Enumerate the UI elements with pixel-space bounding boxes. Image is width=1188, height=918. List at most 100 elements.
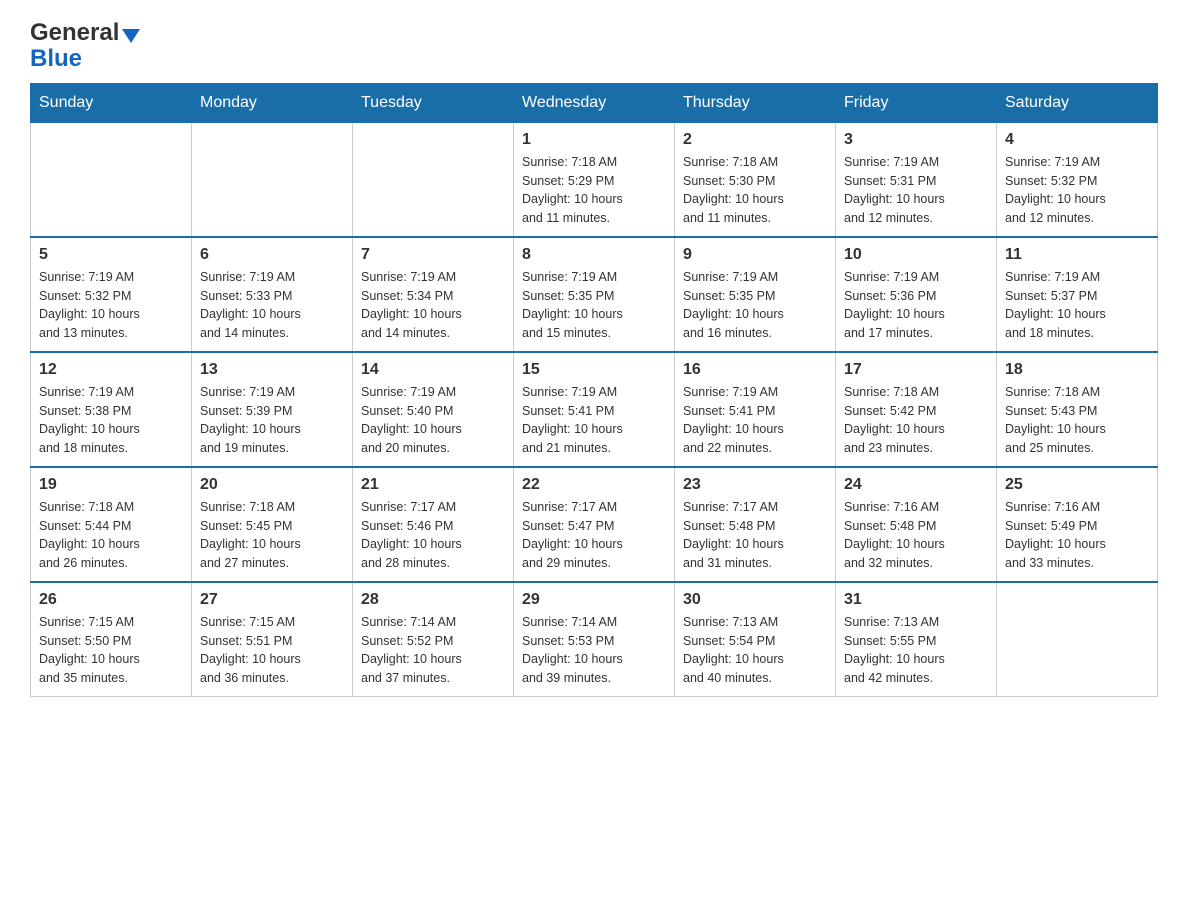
calendar-cell: 8Sunrise: 7:19 AM Sunset: 5:35 PM Daylig… — [514, 237, 675, 352]
day-of-week-header: Monday — [192, 83, 353, 122]
calendar-cell: 23 Sunrise: 7:17 AM Sunset: 5:48 PM Dayli… — [675, 467, 836, 582]
day-number: 7 — [361, 246, 505, 264]
day-number: 13 — [200, 361, 344, 379]
calendar-table: SundayMondayTuesdayWednesdayThursdayFrid… — [30, 83, 1158, 697]
day-info: Sunrise: 7:19 AM Sunset: 5:32 PM Dayligh… — [39, 268, 183, 343]
day-info: Sunrise: 7:19 AM Sunset: 5:33 PM Dayligh… — [200, 268, 344, 343]
day-info: Sunrise: 7:13 AM Sunset: 5:54 PM Dayligh… — [683, 613, 827, 688]
day-number: 21 — [361, 476, 505, 494]
calendar-cell: 26 Sunrise: 7:15 AM Sunset: 5:50 PM Dayli… — [31, 582, 192, 697]
day-info: Sunrise: 7:15 AM Sunset: 5:51 PM Dayligh… — [200, 613, 344, 688]
day-number: 11 — [1005, 246, 1149, 264]
calendar-cell: 13Sunrise: 7:19 AM Sunset: 5:39 PM Dayli… — [192, 352, 353, 467]
day-of-week-header: Thursday — [675, 83, 836, 122]
day-info: Sunrise: 7:17 AM Sunset: 5:47 PM Dayligh… — [522, 498, 666, 573]
calendar-cell: 10 Sunrise: 7:19 AM Sunset: 5:36 PM Dayli… — [836, 237, 997, 352]
calendar-cell: 24 Sunrise: 7:16 AM Sunset: 5:48 PM Dayli… — [836, 467, 997, 582]
day-number: 6 — [200, 246, 344, 264]
day-info: Sunrise: 7:18 AM Sunset: 5:43 PM Dayligh… — [1005, 383, 1149, 458]
logo-general-text: General — [30, 20, 119, 46]
day-info: Sunrise: 7:19 AM Sunset: 5:41 PM Dayligh… — [683, 383, 827, 458]
calendar-week-row: 5 Sunrise: 7:19 AM Sunset: 5:32 PM Daylig… — [31, 237, 1158, 352]
day-info: Sunrise: 7:16 AM Sunset: 5:48 PM Dayligh… — [844, 498, 988, 573]
calendar-cell — [192, 122, 353, 237]
calendar-cell: 11 Sunrise: 7:19 AM Sunset: 5:37 PM Dayli… — [997, 237, 1158, 352]
day-of-week-header: Sunday — [31, 83, 192, 122]
day-number: 31 — [844, 591, 988, 609]
day-info: Sunrise: 7:16 AM Sunset: 5:49 PM Dayligh… — [1005, 498, 1149, 573]
calendar-cell: 28 Sunrise: 7:14 AM Sunset: 5:52 PM Dayli… — [353, 582, 514, 697]
calendar-cell: 19 Sunrise: 7:18 AM Sunset: 5:44 PM Dayli… — [31, 467, 192, 582]
day-number: 27 — [200, 591, 344, 609]
day-info: Sunrise: 7:19 AM Sunset: 5:35 PM Dayligh… — [683, 268, 827, 343]
day-number: 23 — [683, 476, 827, 494]
calendar-cell: 12 Sunrise: 7:19 AM Sunset: 5:38 PM Dayli… — [31, 352, 192, 467]
calendar-cell: 7 Sunrise: 7:19 AM Sunset: 5:34 PM Daylig… — [353, 237, 514, 352]
day-number: 12 — [39, 361, 183, 379]
day-number: 16 — [683, 361, 827, 379]
calendar-cell: 20 Sunrise: 7:18 AM Sunset: 5:45 PM Dayli… — [192, 467, 353, 582]
day-number: 8 — [522, 246, 666, 264]
calendar-cell: 18 Sunrise: 7:18 AM Sunset: 5:43 PM Dayli… — [997, 352, 1158, 467]
day-number: 19 — [39, 476, 183, 494]
calendar-cell: 30 Sunrise: 7:13 AM Sunset: 5:54 PM Dayli… — [675, 582, 836, 697]
day-info: Sunrise: 7:14 AM Sunset: 5:53 PM Dayligh… — [522, 613, 666, 688]
day-info: Sunrise: 7:19 AM Sunset: 5:34 PM Dayligh… — [361, 268, 505, 343]
day-info: Sunrise: 7:18 AM Sunset: 5:29 PM Dayligh… — [522, 153, 666, 228]
day-info: Sunrise: 7:19 AM Sunset: 5:38 PM Dayligh… — [39, 383, 183, 458]
calendar-cell — [353, 122, 514, 237]
day-info: Sunrise: 7:13 AM Sunset: 5:55 PM Dayligh… — [844, 613, 988, 688]
calendar-cell: 4 Sunrise: 7:19 AM Sunset: 5:32 PM Daylig… — [997, 122, 1158, 237]
day-number: 1 — [522, 131, 666, 149]
logo: General Blue — [30, 20, 140, 73]
calendar-cell: 29Sunrise: 7:14 AM Sunset: 5:53 PM Dayli… — [514, 582, 675, 697]
day-number: 3 — [844, 131, 988, 149]
day-number: 5 — [39, 246, 183, 264]
day-number: 14 — [361, 361, 505, 379]
day-number: 24 — [844, 476, 988, 494]
calendar-cell: 14 Sunrise: 7:19 AM Sunset: 5:40 PM Dayli… — [353, 352, 514, 467]
calendar-cell: 25Sunrise: 7:16 AM Sunset: 5:49 PM Dayli… — [997, 467, 1158, 582]
day-number: 18 — [1005, 361, 1149, 379]
page-header: General Blue — [30, 20, 1158, 73]
day-info: Sunrise: 7:18 AM Sunset: 5:44 PM Dayligh… — [39, 498, 183, 573]
day-info: Sunrise: 7:15 AM Sunset: 5:50 PM Dayligh… — [39, 613, 183, 688]
calendar-header-row: SundayMondayTuesdayWednesdayThursdayFrid… — [31, 83, 1158, 122]
calendar-week-row: 1 Sunrise: 7:18 AM Sunset: 5:29 PM Daylig… — [31, 122, 1158, 237]
calendar-week-row: 19 Sunrise: 7:18 AM Sunset: 5:44 PM Dayli… — [31, 467, 1158, 582]
calendar-cell: 27 Sunrise: 7:15 AM Sunset: 5:51 PM Dayli… — [192, 582, 353, 697]
calendar-cell: 6 Sunrise: 7:19 AM Sunset: 5:33 PM Daylig… — [192, 237, 353, 352]
day-number: 26 — [39, 591, 183, 609]
day-info: Sunrise: 7:19 AM Sunset: 5:32 PM Dayligh… — [1005, 153, 1149, 228]
calendar-cell: 31 Sunrise: 7:13 AM Sunset: 5:55 PM Dayli… — [836, 582, 997, 697]
logo-triangle-icon — [122, 29, 140, 43]
day-info: Sunrise: 7:18 AM Sunset: 5:45 PM Dayligh… — [200, 498, 344, 573]
day-number: 20 — [200, 476, 344, 494]
calendar-cell — [31, 122, 192, 237]
calendar-cell — [997, 582, 1158, 697]
day-number: 4 — [1005, 131, 1149, 149]
day-info: Sunrise: 7:19 AM Sunset: 5:37 PM Dayligh… — [1005, 268, 1149, 343]
day-info: Sunrise: 7:18 AM Sunset: 5:30 PM Dayligh… — [683, 153, 827, 228]
day-of-week-header: Wednesday — [514, 83, 675, 122]
calendar-cell: 2 Sunrise: 7:18 AM Sunset: 5:30 PM Daylig… — [675, 122, 836, 237]
day-number: 30 — [683, 591, 827, 609]
day-info: Sunrise: 7:18 AM Sunset: 5:42 PM Dayligh… — [844, 383, 988, 458]
calendar-week-row: 12 Sunrise: 7:19 AM Sunset: 5:38 PM Dayli… — [31, 352, 1158, 467]
day-of-week-header: Friday — [836, 83, 997, 122]
day-info: Sunrise: 7:17 AM Sunset: 5:48 PM Dayligh… — [683, 498, 827, 573]
day-number: 10 — [844, 246, 988, 264]
day-number: 28 — [361, 591, 505, 609]
calendar-cell: 5 Sunrise: 7:19 AM Sunset: 5:32 PM Daylig… — [31, 237, 192, 352]
day-number: 9 — [683, 246, 827, 264]
calendar-cell: 15 Sunrise: 7:19 AM Sunset: 5:41 PM Dayli… — [514, 352, 675, 467]
day-info: Sunrise: 7:19 AM Sunset: 5:36 PM Dayligh… — [844, 268, 988, 343]
day-info: Sunrise: 7:14 AM Sunset: 5:52 PM Dayligh… — [361, 613, 505, 688]
day-number: 2 — [683, 131, 827, 149]
calendar-cell: 22Sunrise: 7:17 AM Sunset: 5:47 PM Dayli… — [514, 467, 675, 582]
calendar-cell: 9 Sunrise: 7:19 AM Sunset: 5:35 PM Daylig… — [675, 237, 836, 352]
calendar-cell: 21Sunrise: 7:17 AM Sunset: 5:46 PM Dayli… — [353, 467, 514, 582]
day-info: Sunrise: 7:19 AM Sunset: 5:41 PM Dayligh… — [522, 383, 666, 458]
day-number: 15 — [522, 361, 666, 379]
day-info: Sunrise: 7:19 AM Sunset: 5:40 PM Dayligh… — [361, 383, 505, 458]
